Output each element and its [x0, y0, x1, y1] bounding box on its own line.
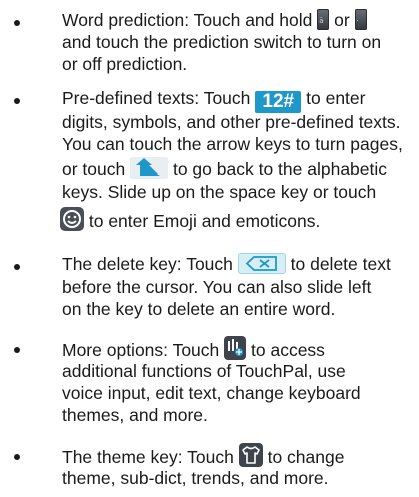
text-segment: Pre-defined texts: Touch [62, 88, 256, 108]
text-segment: to go back to the alphabetic [168, 159, 388, 179]
text-segment: or [329, 10, 355, 30]
text-line: to enter Emoji and emoticons. [60, 207, 320, 232]
text-line: themes, and more. [62, 405, 208, 425]
text-segment: More options: Touch [62, 340, 225, 360]
text-line: The theme key: Touch to change [62, 443, 344, 468]
text-segment: to access [246, 340, 325, 360]
text-line: theme, sub-dict, trends, and more. [62, 468, 329, 488]
text-line: before the cursor. You can also slide le… [62, 277, 372, 297]
text-segment: to enter [301, 88, 366, 108]
text-line: More options: Touch to access [62, 336, 325, 361]
text-line: The delete key: Touch to delete text [62, 253, 391, 275]
key-right-icon: · [354, 9, 367, 30]
more-options-icon [224, 336, 247, 360]
bullet [14, 20, 20, 26]
emoji-icon [60, 207, 84, 231]
text-segment: to enter Emoji and emoticons. [84, 211, 321, 231]
text-segment: to delete text [285, 254, 391, 274]
text-line: additional functions of TouchPal, use [62, 361, 346, 381]
text-line: and touch the prediction switch to turn … [62, 32, 382, 52]
text-line: Pre-defined texts: Touch 12# to enter [62, 87, 365, 113]
bullet [14, 454, 20, 460]
instruction-list: Word prediction: Touch and hold ā or · a… [0, 0, 419, 497]
text-line: on the key to delete an entire word. [62, 299, 336, 319]
delete-key-icon [237, 253, 286, 274]
text-line: digits, symbols, and other pre-defined t… [62, 112, 401, 132]
key-left-icon: ā [317, 9, 330, 30]
bullet [14, 347, 20, 353]
text-segment: The theme key: Touch [62, 447, 239, 467]
text-segment: Word prediction: Touch and hold [62, 10, 318, 30]
text-segment: or touch [62, 159, 131, 179]
bullet [14, 264, 20, 270]
text-line: keys. Slide up on the space key or touch [62, 182, 377, 202]
text-segment: The delete key: Touch [62, 254, 238, 274]
theme-shirt-icon [238, 443, 263, 467]
text-line: Word prediction: Touch and hold ā or · [62, 9, 367, 31]
text-line: voice input, edit text, change keyboard [62, 383, 361, 403]
back-arrow-icon [130, 157, 169, 179]
bullet [14, 98, 20, 104]
text-line: You can touch the arrow keys to turn pag… [62, 134, 403, 154]
text-segment: to change [262, 447, 345, 467]
text-line: or off prediction. [62, 54, 188, 74]
number-key-icon: 12# [255, 91, 302, 113]
text-line: or touch to go back to the alphabetic [62, 157, 387, 180]
